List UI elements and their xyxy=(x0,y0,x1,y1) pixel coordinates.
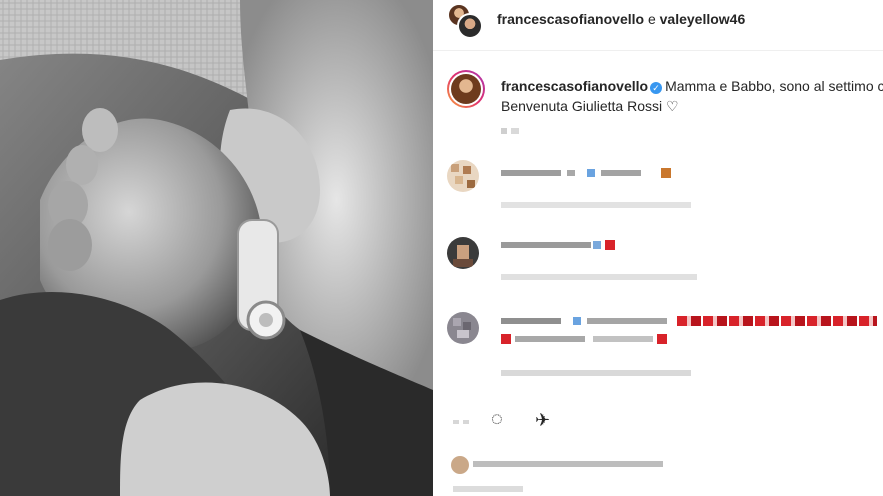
comment-text-blurred xyxy=(501,168,681,178)
liker-avatar[interactable] xyxy=(451,456,469,474)
comment-text-blurred xyxy=(501,240,641,250)
post-date-blurred xyxy=(453,486,533,494)
comment-meta-blurred xyxy=(501,274,701,282)
caption-line-1: Mamma e Babbo, sono al settimo cie xyxy=(665,78,883,94)
authors-join-word: e xyxy=(647,11,656,27)
post-details-panel: francescasofianovello e valeyellow46 fra… xyxy=(433,0,883,496)
post-actions: ◌ ✈ xyxy=(447,408,647,440)
author-link-primary[interactable]: francescasofianovello xyxy=(497,11,644,27)
heart-icon[interactable] xyxy=(453,416,469,426)
heart-outline-icon: ♡ xyxy=(665,98,679,114)
comment-text-blurred xyxy=(501,316,881,326)
caption-line-2: Benvenuta Giulietta Rossi xyxy=(501,98,663,114)
likes-text-blurred xyxy=(473,461,673,469)
comment-avatar[interactable] xyxy=(447,312,479,344)
post-authors: francescasofianovello e valeyellow46 xyxy=(497,11,745,27)
author-link-secondary[interactable]: valeyellow46 xyxy=(660,11,746,27)
comment-avatar[interactable] xyxy=(447,160,479,192)
collab-avatars[interactable] xyxy=(447,3,483,39)
post-photo xyxy=(0,0,433,496)
caption-text: francescasofianovello ✓ Mamma e Babbo, son… xyxy=(501,76,883,116)
comment-avatar[interactable] xyxy=(447,237,479,269)
avatar-secondary[interactable] xyxy=(457,13,483,39)
comment-icon[interactable]: ◌ xyxy=(491,408,503,431)
verified-badge-icon: ✓ xyxy=(650,82,663,94)
share-icon[interactable]: ✈ xyxy=(535,410,550,431)
caption-meta-blurred xyxy=(501,128,525,136)
comment-meta-blurred xyxy=(501,202,701,210)
comment-meta-blurred xyxy=(501,370,701,378)
baby-feet-photo-image xyxy=(0,0,433,496)
caption-username[interactable]: francescasofianovello xyxy=(501,78,648,94)
comment-text-blurred xyxy=(501,334,701,344)
caption-avatar[interactable] xyxy=(447,70,485,108)
post-header: francescasofianovello e valeyellow46 xyxy=(433,0,883,51)
